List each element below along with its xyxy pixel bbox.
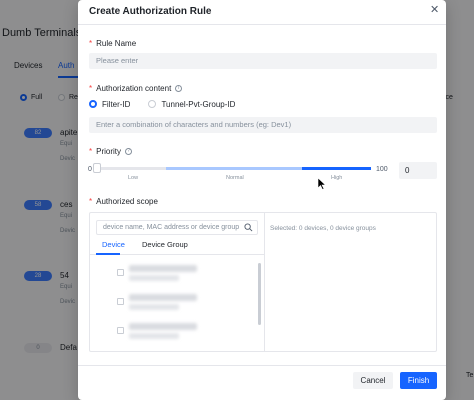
scope-label: * Authorized scope: [89, 197, 158, 206]
checkbox[interactable]: [117, 298, 124, 305]
auth-content-label: * Authorization content i: [89, 84, 183, 93]
rule-name-label: * Rule Name: [89, 39, 137, 48]
rule-name-input[interactable]: [89, 53, 437, 69]
blurred-device-name: [129, 294, 197, 301]
modal-title: Create Authorization Rule: [89, 6, 212, 17]
list-scrollbar[interactable]: [258, 263, 261, 325]
radio-filter-id[interactable]: Filter-ID: [89, 100, 130, 109]
info-icon: i: [175, 85, 183, 92]
required-mark: *: [89, 39, 93, 48]
auth-content-input[interactable]: [89, 117, 437, 133]
tick-high: High: [331, 175, 343, 181]
radio-tunnel-pvt-group-id[interactable]: Tunnel-Pvt-Group-ID: [148, 100, 235, 109]
scope-tabs: Device Device Group: [96, 240, 258, 254]
close-icon[interactable]: ✕: [430, 5, 439, 16]
required-mark: *: [89, 147, 93, 156]
scope-search-input[interactable]: device name, MAC address or device group: [96, 220, 258, 235]
help-icon: ?: [125, 148, 133, 155]
required-mark: *: [89, 84, 93, 93]
scope-transfer-panel: device name, MAC address or device group…: [89, 212, 437, 352]
active-tab-underline: [96, 253, 120, 255]
priority-slider-thumb[interactable]: [93, 163, 101, 173]
slider-max-label: 100: [376, 166, 388, 173]
header-divider: [78, 24, 446, 25]
priority-label: * Priority ?: [89, 147, 133, 156]
auth-content-radio-group: Filter-ID Tunnel-Pvt-Group-ID: [89, 98, 253, 110]
checkbox[interactable]: [117, 269, 124, 276]
blurred-device-detail: [129, 333, 179, 339]
tab-device[interactable]: Device: [102, 240, 125, 249]
tab-device-group[interactable]: Device Group: [142, 240, 188, 249]
mouse-cursor-icon: [318, 178, 326, 190]
tick-normal: Normal: [226, 175, 244, 181]
search-icon[interactable]: [244, 223, 253, 232]
radio-checked-icon: [89, 100, 97, 108]
slider-min-label: 0: [88, 166, 92, 173]
priority-value-input[interactable]: 0: [399, 162, 437, 179]
list-item[interactable]: [117, 292, 257, 314]
modal-header: Create Authorization Rule ✕: [78, 0, 446, 24]
checkbox[interactable]: [117, 327, 124, 334]
required-mark: *: [89, 197, 93, 206]
list-item[interactable]: [117, 321, 257, 343]
selected-summary: Selected: 0 devices, 0 device groups: [270, 225, 376, 232]
blurred-device-name: [129, 323, 197, 330]
list-item[interactable]: [117, 263, 257, 285]
panel-divider: [264, 213, 265, 351]
create-authorization-rule-dialog: Create Authorization Rule ✕ * Rule Name …: [78, 0, 446, 400]
blurred-device-detail: [129, 275, 179, 281]
tick-low: Low: [128, 175, 139, 181]
blurred-device-name: [129, 265, 197, 272]
cancel-button[interactable]: Cancel: [353, 372, 393, 389]
priority-slider-range-normal: [166, 167, 302, 170]
blurred-device-detail: [129, 304, 179, 310]
footer-divider: [78, 365, 446, 366]
priority-slider-range-high: [302, 167, 371, 170]
radio-unchecked-icon: [148, 100, 157, 108]
finish-button[interactable]: Finish: [400, 372, 437, 389]
